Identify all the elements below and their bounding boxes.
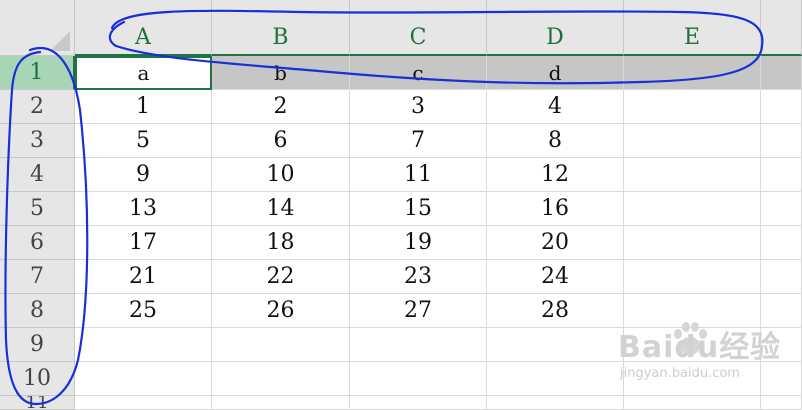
cell-f11[interactable] <box>761 396 802 410</box>
cell-b1[interactable]: b <box>212 56 350 90</box>
cell-d9[interactable] <box>487 328 624 362</box>
cell-c5[interactable]: 15 <box>350 192 487 226</box>
cell-c4[interactable]: 11 <box>350 158 487 192</box>
cell-f3[interactable] <box>761 124 802 158</box>
cell-a8[interactable]: 25 <box>75 294 212 328</box>
cell-f6[interactable] <box>761 226 802 260</box>
cell-f7[interactable] <box>761 260 802 294</box>
row-header-9[interactable]: 9 <box>0 328 75 362</box>
column-header-f[interactable] <box>761 0 802 56</box>
cell-d11[interactable] <box>487 396 624 410</box>
row-header-6[interactable]: 6 <box>0 226 75 260</box>
row-header-4[interactable]: 4 <box>0 158 75 192</box>
cell-c11[interactable] <box>350 396 487 410</box>
column-header-a[interactable]: A <box>75 0 212 56</box>
cell-b5[interactable]: 14 <box>212 192 350 226</box>
cell-d1[interactable]: d <box>487 56 624 90</box>
cell-f5[interactable] <box>761 192 802 226</box>
cell-b9[interactable] <box>212 328 350 362</box>
cell-e5[interactable] <box>624 192 761 226</box>
cell-f2[interactable] <box>761 90 802 124</box>
row-header-1[interactable]: 1 <box>0 56 75 90</box>
row-header-10[interactable]: 10 <box>0 362 75 396</box>
cell-d10[interactable] <box>487 362 624 396</box>
cell-a2[interactable]: 1 <box>75 90 212 124</box>
cell-b6[interactable]: 18 <box>212 226 350 260</box>
cell-d2[interactable]: 4 <box>487 90 624 124</box>
cell-c10[interactable] <box>350 362 487 396</box>
spreadsheet-grid: A B C D E 1 2 3 4 5 6 7 8 9 10 11 a b c … <box>0 0 802 410</box>
cell-c3[interactable]: 7 <box>350 124 487 158</box>
select-all-corner[interactable] <box>0 0 75 56</box>
cell-e4[interactable] <box>624 158 761 192</box>
cell-b8[interactable]: 26 <box>212 294 350 328</box>
cell-a10[interactable] <box>75 362 212 396</box>
cell-b2[interactable]: 2 <box>212 90 350 124</box>
cell-e11[interactable] <box>624 396 761 410</box>
cell-e3[interactable] <box>624 124 761 158</box>
row-header-7[interactable]: 7 <box>0 260 75 294</box>
cell-b7[interactable]: 22 <box>212 260 350 294</box>
column-header-b[interactable]: B <box>212 0 350 56</box>
cell-a6[interactable]: 17 <box>75 226 212 260</box>
cell-d4[interactable]: 12 <box>487 158 624 192</box>
baidu-jingyan-watermark: Baidu经验 jingyan.baidu.com <box>612 318 792 388</box>
cell-c9[interactable] <box>350 328 487 362</box>
cell-d6[interactable]: 20 <box>487 226 624 260</box>
cell-b11[interactable] <box>212 396 350 410</box>
cell-a5[interactable]: 13 <box>75 192 212 226</box>
cell-d8[interactable]: 28 <box>487 294 624 328</box>
watermark-url: jingyan.baidu.com <box>620 366 740 381</box>
row-header-11[interactable]: 11 <box>0 396 75 410</box>
cell-b4[interactable]: 10 <box>212 158 350 192</box>
cell-a7[interactable]: 21 <box>75 260 212 294</box>
row-header-3[interactable]: 3 <box>0 124 75 158</box>
cell-a11[interactable] <box>75 396 212 410</box>
column-header-c[interactable]: C <box>350 0 487 56</box>
row-header-5[interactable]: 5 <box>0 192 75 226</box>
cell-f4[interactable] <box>761 158 802 192</box>
row-header-2[interactable]: 2 <box>0 90 75 124</box>
row-header-8[interactable]: 8 <box>0 294 75 328</box>
column-header-d[interactable]: D <box>487 0 624 56</box>
cell-c1[interactable]: c <box>350 56 487 90</box>
column-header-e[interactable]: E <box>624 0 761 56</box>
cell-d5[interactable]: 16 <box>487 192 624 226</box>
cell-e1[interactable] <box>624 56 761 90</box>
cell-e2[interactable] <box>624 90 761 124</box>
cell-b10[interactable] <box>212 362 350 396</box>
cell-a3[interactable]: 5 <box>75 124 212 158</box>
cell-a9[interactable] <box>75 328 212 362</box>
watermark-brand: Baidu经验 <box>618 330 782 365</box>
cell-d7[interactable]: 24 <box>487 260 624 294</box>
cell-e7[interactable] <box>624 260 761 294</box>
select-all-triangle-icon[interactable] <box>50 31 70 51</box>
cell-c6[interactable]: 19 <box>350 226 487 260</box>
cell-c2[interactable]: 3 <box>350 90 487 124</box>
cell-d3[interactable]: 8 <box>487 124 624 158</box>
cell-b3[interactable]: 6 <box>212 124 350 158</box>
cell-f1[interactable] <box>761 56 802 90</box>
cell-a1[interactable]: a <box>75 56 212 90</box>
cell-a4[interactable]: 9 <box>75 158 212 192</box>
cell-e6[interactable] <box>624 226 761 260</box>
cell-c8[interactable]: 27 <box>350 294 487 328</box>
cell-c7[interactable]: 23 <box>350 260 487 294</box>
